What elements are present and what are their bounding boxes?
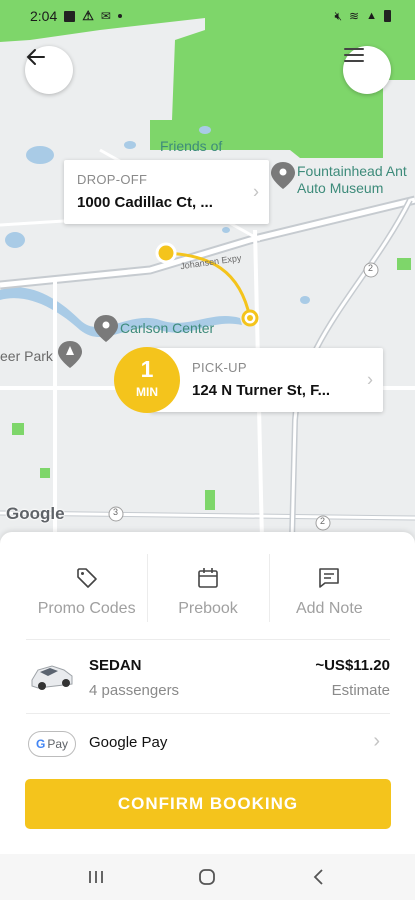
dropoff-caption: DROP-OFF	[77, 172, 148, 187]
eta-value: 1	[140, 356, 154, 382]
payment-method-row[interactable]: G Pay Google Pay ›	[26, 714, 390, 774]
status-bar: 2:04 ⚠ ✉ 🔇︎ ≋ ▲	[0, 0, 415, 32]
eta-badge: 1 MIN	[114, 347, 180, 413]
recent-apps-button[interactable]	[76, 862, 116, 892]
arrow-left-icon	[26, 49, 45, 65]
fare-estimate-label: Estimate	[331, 682, 390, 699]
signal-icon: ▲	[366, 10, 377, 22]
map-route-3: 3	[113, 507, 119, 517]
add-note-button[interactable]: Add Note	[268, 554, 390, 639]
map-label-friends-of: Friends of	[160, 138, 223, 154]
alert-icon: ⚠	[82, 8, 94, 23]
dropoff-callout[interactable]: DROP-OFF 1000 Cadillac Ct, ... ›	[64, 160, 269, 224]
pickup-callout[interactable]: PICK-UP 124 N Turner St, F... ›	[150, 348, 383, 412]
notification-dot-icon	[117, 14, 122, 18]
system-back-button[interactable]	[299, 862, 339, 892]
google-pay-icon: G Pay	[28, 731, 76, 757]
home-icon	[199, 869, 216, 885]
promo-codes-label: Promo Codes	[37, 600, 136, 617]
back-button[interactable]	[25, 46, 73, 94]
prebook-button[interactable]: Prebook	[147, 554, 268, 639]
google-pay-badge-label: Pay	[47, 737, 69, 751]
wifi-icon: ≋	[349, 9, 360, 23]
booking-sheet: Promo Codes Prebook Add Note SEDAN 4 pas…	[0, 532, 415, 854]
note-icon	[319, 568, 340, 588]
map-label-deer-park: eer Park	[0, 348, 53, 364]
vehicle-type: SEDAN	[89, 657, 142, 674]
map[interactable]: Friends of Fountainhead Ant Auto Museum …	[0, 0, 415, 540]
system-nav-bar	[0, 854, 415, 900]
gallery-icon	[64, 10, 76, 22]
status-time: 2:04	[30, 8, 58, 24]
pickup-caption: PICK-UP	[192, 360, 247, 375]
sedan-car-icon	[31, 665, 73, 690]
add-note-label: Add Note	[295, 600, 363, 617]
promo-codes-button[interactable]: Promo Codes	[26, 554, 147, 639]
eta-unit: MIN	[136, 385, 158, 399]
chevron-left-icon	[313, 869, 323, 885]
google-logo: Google	[6, 504, 65, 523]
chevron-right-icon: ›	[373, 730, 380, 752]
recent-apps-icon	[88, 871, 103, 883]
chevron-right-icon: ›	[253, 181, 259, 202]
home-button[interactable]	[187, 862, 227, 892]
vehicle-row[interactable]: SEDAN 4 passengers ~US$11.20 Estimate	[26, 640, 390, 714]
chevron-right-icon: ›	[367, 369, 373, 390]
map-label-carlson-center: Carlson Center	[120, 320, 215, 336]
menu-button[interactable]	[343, 46, 391, 94]
map-label-museum-name: Fountainhead Ant	[297, 163, 407, 179]
vehicle-passengers: 4 passengers	[89, 682, 180, 699]
pickup-address: 124 N Turner St, F...	[192, 382, 331, 399]
map-label-museum-type: Auto Museum	[297, 180, 384, 196]
hamburger-menu-icon	[344, 48, 364, 62]
booking-options: Promo Codes Prebook Add Note	[26, 554, 390, 640]
fare-price: ~US$11.20	[315, 657, 390, 674]
map-route-2: 2	[368, 263, 374, 273]
messenger-icon: ✉	[100, 9, 111, 23]
prebook-label: Prebook	[178, 600, 238, 617]
payment-method-name: Google Pay	[89, 734, 168, 751]
map-route-2-south: 2	[320, 516, 326, 526]
battery-icon	[384, 10, 391, 22]
dropoff-address: 1000 Cadillac Ct, ...	[77, 194, 213, 211]
mute-icon: 🔇︎	[334, 8, 343, 23]
calendar-icon	[198, 568, 218, 588]
tag-icon	[76, 568, 97, 588]
confirm-booking-button[interactable]: CONFIRM BOOKING	[25, 779, 391, 829]
